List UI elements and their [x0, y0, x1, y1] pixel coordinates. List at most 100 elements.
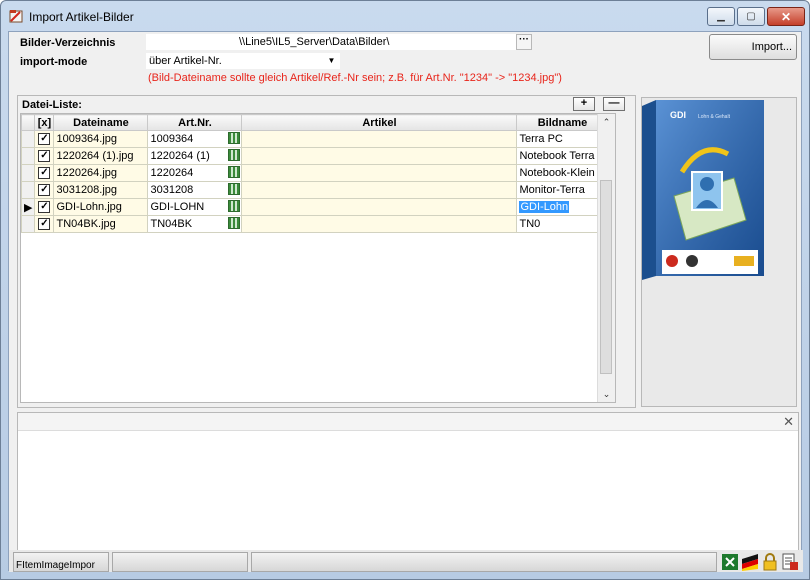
- import-mode-value: über Artikel-Nr.: [149, 55, 222, 67]
- row-indicator[interactable]: [21, 181, 36, 199]
- browse-button[interactable]: ···: [516, 34, 532, 50]
- close-button[interactable]: ✕: [767, 7, 805, 26]
- row-checkbox-cell[interactable]: ✓: [34, 215, 55, 233]
- table-header-row: [x] Dateiname Art.Nr. Artikel Bildname: [21, 114, 609, 131]
- scroll-thumb[interactable]: [600, 180, 612, 374]
- cell-bildname[interactable]: Notebook Terra: [516, 147, 609, 165]
- artnr-value: TN04BK: [150, 218, 193, 230]
- grid-scrollbar[interactable]: ⌃ ⌄: [597, 114, 615, 402]
- lookup-icon[interactable]: [228, 132, 241, 144]
- log-panel: ✕: [17, 412, 799, 554]
- row-indicator[interactable]: [21, 130, 36, 148]
- cell-artnr[interactable]: TN04BK: [147, 215, 243, 233]
- column-header-artnr[interactable]: Art.Nr.: [147, 114, 243, 131]
- checkbox[interactable]: ✓: [38, 201, 51, 214]
- artnr-value: 1220264: [150, 167, 194, 179]
- cell-dateiname[interactable]: 3031208.jpg: [53, 181, 149, 199]
- minimize-button[interactable]: ▁: [707, 7, 735, 26]
- lookup-icon[interactable]: [228, 149, 241, 161]
- row-indicator[interactable]: [21, 215, 36, 233]
- file-grid[interactable]: [x] Dateiname Art.Nr. Artikel Bildname ✓…: [20, 113, 616, 403]
- row-checkbox-cell[interactable]: ✓: [34, 147, 55, 165]
- cell-bildname[interactable]: TN0: [516, 215, 609, 233]
- scroll-up-icon[interactable]: ⌃: [598, 114, 615, 130]
- row-checkbox-cell[interactable]: ✓: [34, 181, 55, 199]
- row-indicator[interactable]: ▶: [21, 198, 36, 216]
- checkbox[interactable]: ✓: [38, 167, 51, 180]
- lock-icon[interactable]: [761, 553, 779, 571]
- status-bar: FItemImageImpor: [9, 550, 803, 572]
- bildname-value: Monitor-Terra: [519, 184, 585, 196]
- cell-bildname[interactable]: Terra PC: [516, 130, 609, 148]
- cell-artnr[interactable]: 3031208: [147, 181, 243, 199]
- cell-bildname[interactable]: Notebook-Klein: [516, 164, 609, 182]
- cell-bildname[interactable]: Monitor-Terra: [516, 181, 609, 199]
- lookup-icon[interactable]: [228, 166, 241, 178]
- lookup-icon[interactable]: [228, 200, 241, 212]
- close-icon[interactable]: ✕: [783, 414, 794, 430]
- german-flag-icon[interactable]: [741, 553, 759, 571]
- maximize-button[interactable]: ▢: [737, 7, 765, 26]
- plus-icon: +: [580, 97, 588, 109]
- excel-icon[interactable]: [721, 553, 739, 571]
- artnr-value: 3031208: [150, 184, 194, 196]
- cell-bildname[interactable]: GDI-Lohn: [516, 198, 609, 216]
- cell-artikel[interactable]: [241, 147, 518, 165]
- scroll-down-icon[interactable]: ⌄: [598, 386, 615, 402]
- checkbox[interactable]: ✓: [38, 184, 51, 197]
- status-panel-3: [251, 552, 717, 572]
- checkbox[interactable]: ✓: [38, 218, 51, 231]
- cell-artikel[interactable]: [241, 198, 518, 216]
- cell-artnr[interactable]: 1220264: [147, 164, 243, 182]
- cell-artnr[interactable]: 1009364: [147, 130, 243, 148]
- lookup-icon[interactable]: [228, 183, 241, 195]
- chevron-down-icon[interactable]: ▼: [324, 54, 339, 68]
- remove-file-button[interactable]: —: [603, 97, 625, 111]
- lookup-icon[interactable]: [228, 217, 241, 229]
- product-box-image: GDI Lohn & Gehalt: [642, 100, 764, 280]
- table-row[interactable]: ✓ TN04BK.jpg TN04BK TN0: [21, 215, 609, 233]
- column-header-bildname[interactable]: Bildname: [516, 114, 609, 131]
- row-indicator[interactable]: [21, 164, 36, 182]
- checkbox[interactable]: ✓: [38, 150, 51, 163]
- cell-artikel[interactable]: [241, 181, 518, 199]
- naming-hint: (Bild-Dateiname sollte gleich Artikel/Re…: [148, 72, 562, 84]
- table-row[interactable]: ✓ 1220264 (1).jpg 1220264 (1) Notebook Terr…: [21, 147, 609, 165]
- bildname-value: Terra PC: [519, 133, 563, 145]
- table-row[interactable]: ✓ 1009364.jpg 1009364 Terra PC: [21, 130, 609, 148]
- cell-artikel[interactable]: [241, 164, 518, 182]
- artnr-value: 1220264 (1): [150, 150, 210, 162]
- cell-dateiname[interactable]: 1220264.jpg: [53, 164, 149, 182]
- table-row[interactable]: ✓ 1220264.jpg 1220264 Notebook-Klein: [21, 164, 609, 182]
- import-mode-select[interactable]: über Artikel-Nr.: [146, 53, 340, 69]
- column-header-dateiname[interactable]: Dateiname: [53, 114, 149, 131]
- table-row[interactable]: ▶ ✓ GDI-Lohn.jpg GDI-LOHN GDI-Lohn: [21, 198, 609, 216]
- directory-input[interactable]: \\Line5\IL5_Server\Data\Bilder\: [146, 34, 517, 50]
- cell-artnr[interactable]: 1220264 (1): [147, 147, 243, 165]
- row-indicator[interactable]: [21, 147, 36, 165]
- log-toolbar: [18, 413, 798, 431]
- column-header-checked[interactable]: [x]: [34, 114, 55, 131]
- cell-artikel[interactable]: [241, 215, 518, 233]
- export-document-icon[interactable]: [781, 553, 799, 571]
- import-button[interactable]: Import...: [709, 34, 797, 60]
- file-list-title: Datei-Liste:: [22, 99, 82, 111]
- cell-dateiname[interactable]: TN04BK.jpg: [53, 215, 149, 233]
- row-checkbox-cell[interactable]: ✓: [34, 198, 55, 216]
- cell-artikel[interactable]: [241, 130, 518, 148]
- cell-dateiname[interactable]: 1009364.jpg: [53, 130, 149, 148]
- title-bar[interactable]: Import Artikel-Bilder ▁ ▢ ✕: [1, 1, 809, 31]
- artnr-value: GDI-LOHN: [150, 201, 205, 213]
- row-checkbox-cell[interactable]: ✓: [34, 164, 55, 182]
- cell-artnr[interactable]: GDI-LOHN: [147, 198, 243, 216]
- column-header-artikel[interactable]: Artikel: [241, 114, 518, 131]
- import-window: Import Artikel-Bilder ▁ ▢ ✕ Bilder-Verze…: [0, 0, 810, 580]
- cell-dateiname[interactable]: GDI-Lohn.jpg: [53, 198, 149, 216]
- checkbox[interactable]: ✓: [38, 133, 51, 146]
- bildname-value: TN0: [519, 218, 541, 230]
- cell-dateiname[interactable]: 1220264 (1).jpg: [53, 147, 149, 165]
- row-checkbox-cell[interactable]: ✓: [34, 130, 55, 148]
- file-table: [x] Dateiname Art.Nr. Artikel Bildname ✓…: [21, 114, 609, 233]
- add-file-button[interactable]: +: [573, 97, 595, 111]
- table-row[interactable]: ✓ 3031208.jpg 3031208 Monitor-Terra: [21, 181, 609, 199]
